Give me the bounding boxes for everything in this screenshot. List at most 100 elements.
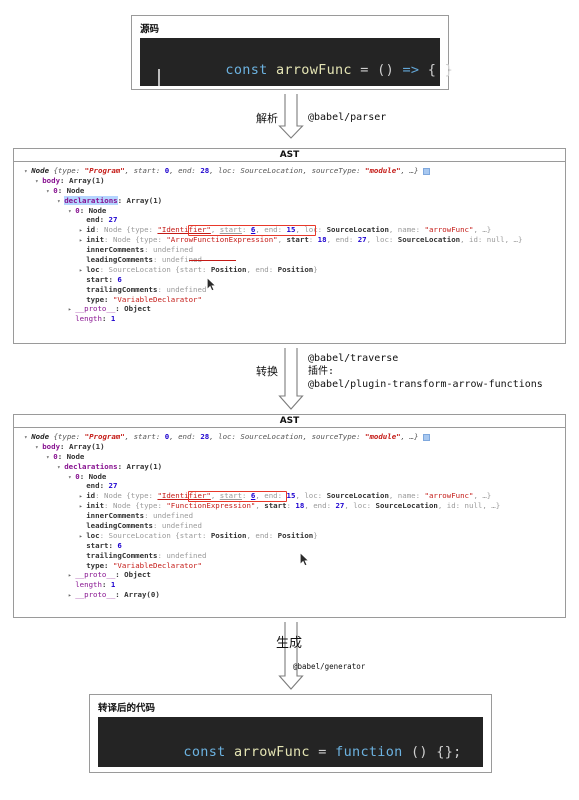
ast-token: : Node	[104, 501, 136, 511]
ast-panel-1-tree[interactable]: ▾ Node {type: "Program", start: 0, end: …	[14, 162, 565, 343]
ast-row[interactable]: trailingComments: undefined	[14, 551, 565, 561]
ast-token: : Node	[79, 471, 107, 481]
ast-token: loc	[86, 530, 100, 540]
info-badge-icon[interactable]	[423, 167, 431, 175]
ast-token: , sourceType:	[302, 432, 365, 441]
ast-row[interactable]: ▸ loc: SourceLocation {start: Position, …	[14, 265, 565, 275]
ast-row[interactable]: ▸ __proto__: Object	[14, 570, 565, 580]
ast-token: : Array(1)	[117, 195, 163, 205]
ast-row[interactable]: ▾ declarations: Array(1)	[14, 462, 565, 472]
ast-token: , end:	[326, 235, 358, 245]
output-code-title: 转译后的代码	[98, 703, 156, 714]
ast-row[interactable]: ▸ loc: SourceLocation {start: Position, …	[14, 531, 565, 541]
ast-row[interactable]: ▾ 0: Node	[14, 472, 565, 482]
out-token-space	[226, 744, 234, 760]
ast-row[interactable]: ▸ id: Node {type: "Identifier", start: 6…	[14, 491, 565, 501]
output-code-line: const arrowFunc = function () {};	[98, 717, 483, 774]
ast-token: {type:	[53, 432, 85, 441]
ast-row[interactable]: trailingComments: undefined	[14, 285, 565, 295]
ast-token: end	[86, 215, 100, 225]
ast-row[interactable]: ▾ body: Array(1)	[14, 176, 565, 186]
ast-token: 18	[295, 501, 305, 511]
ast-token: , name:	[388, 491, 425, 501]
arrow-transform	[278, 348, 304, 410]
ast-row[interactable]: end: 27	[14, 481, 565, 491]
ast-token: Node	[31, 166, 54, 175]
ast-token: , …}	[473, 491, 492, 501]
ast-row[interactable]: ▸ init: Node {type: "FunctionExpression"…	[14, 501, 565, 511]
ast-row[interactable]: innerComments: undefined	[14, 245, 565, 255]
out-token-arrowfunc: arrowFunc	[234, 744, 310, 761]
ast-token: "module"	[365, 432, 401, 441]
ast-token: "Program"	[84, 166, 125, 175]
token-assign-parens: = ()	[351, 62, 403, 79]
ast-row[interactable]: type: "VariableDeclarator"	[14, 295, 565, 305]
ast-token: "VariableDeclarator"	[112, 560, 202, 570]
ast-token: :	[104, 560, 113, 570]
ast-token: , id:	[460, 235, 487, 245]
ast-token: , end:	[169, 166, 201, 175]
ast-row[interactable]: ▸ __proto__: Object	[14, 304, 565, 314]
ast-row[interactable]: ▾ body: Array(1)	[14, 442, 565, 452]
ast-token: : Node	[104, 235, 136, 245]
ast-token: 28	[200, 166, 210, 175]
ast-row[interactable]: start: 6	[14, 275, 565, 285]
ast-row[interactable]: length: 1	[14, 580, 565, 590]
ast-row[interactable]: type: "VariableDeclarator"	[14, 561, 565, 571]
ast-token: :	[99, 481, 109, 491]
ast-token: , end:	[255, 491, 287, 501]
arrow-transform-annotation-2: 插件:	[308, 366, 335, 377]
info-badge-icon[interactable]	[423, 433, 431, 441]
ast-token: SourceLocation	[326, 225, 389, 235]
ast-row[interactable]: length: 1	[14, 314, 565, 324]
token-braces: { }	[419, 62, 454, 79]
ast-token: SourceLocation	[108, 530, 176, 540]
mouse-cursor-2	[299, 552, 310, 567]
ast-token: undefined	[161, 521, 202, 531]
ast-row[interactable]: ▾ declarations: Array(1)	[14, 195, 565, 206]
ast-token: {type:	[53, 166, 85, 175]
ast-token: start	[86, 540, 109, 550]
ast-row[interactable]: leadingComments: undefined	[14, 255, 565, 265]
ast-row[interactable]: ▾ 0: Node	[14, 206, 565, 216]
ast-token: :	[104, 294, 113, 304]
ast-token: , …}	[400, 432, 419, 441]
ast-token: start	[264, 501, 287, 511]
ast-token: 1	[110, 314, 116, 324]
ast-row[interactable]: ▸ id: Node {type: "Identifier", start: 6…	[14, 225, 565, 235]
ast-token: }	[313, 530, 318, 540]
ast-token: :	[152, 255, 162, 265]
ast-token: {type:	[126, 225, 158, 235]
ast-row[interactable]: ▸ init: Node {type: "ArrowFunctionExpres…	[14, 235, 565, 245]
ast-panel-2-tree[interactable]: ▾ Node {type: "Program", start: 0, end: …	[14, 428, 565, 617]
ast-token: 6	[117, 274, 122, 284]
ast-row[interactable]: end: 27	[14, 215, 565, 225]
ast-token: }	[313, 264, 318, 274]
ast-token: SourceLocation	[375, 501, 438, 511]
ast-token: undefined	[153, 511, 194, 521]
ast-token: SourceLocation	[240, 166, 303, 175]
ast-row[interactable]: leadingComments: undefined	[14, 521, 565, 531]
source-code-line: const arrowFunc = () => { }	[140, 38, 452, 92]
ast-token: :	[157, 550, 167, 560]
ast-token: : Node	[57, 185, 85, 195]
ast-token: ,	[277, 235, 287, 245]
ast-token: "FunctionExpression"	[166, 501, 256, 511]
ast-row[interactable]: innerComments: undefined	[14, 511, 565, 521]
token-fat-arrow: =>	[402, 62, 420, 79]
ast-token: end	[86, 481, 100, 491]
ast-row[interactable]: ▾ 0: Node	[14, 452, 565, 462]
ast-token: length	[75, 314, 102, 324]
ast-token: "Program"	[84, 432, 125, 441]
ast-row[interactable]: ▾ Node {type: "Program", start: 0, end: …	[14, 166, 565, 176]
ast-token: :	[101, 314, 111, 324]
ast-row[interactable]: start: 6	[14, 541, 565, 551]
ast-token: ,	[210, 225, 220, 235]
ast-row[interactable]: ▸ __proto__: Array(0)	[14, 590, 565, 600]
ast-token: : Array(0)	[115, 590, 160, 600]
ast-row[interactable]: ▾ 0: Node	[14, 186, 565, 196]
ast-token: :	[157, 284, 167, 294]
ast-token: : Object	[115, 304, 151, 314]
ast-token: 28	[200, 432, 210, 441]
ast-row[interactable]: ▾ Node {type: "Program", start: 0, end: …	[14, 432, 565, 442]
